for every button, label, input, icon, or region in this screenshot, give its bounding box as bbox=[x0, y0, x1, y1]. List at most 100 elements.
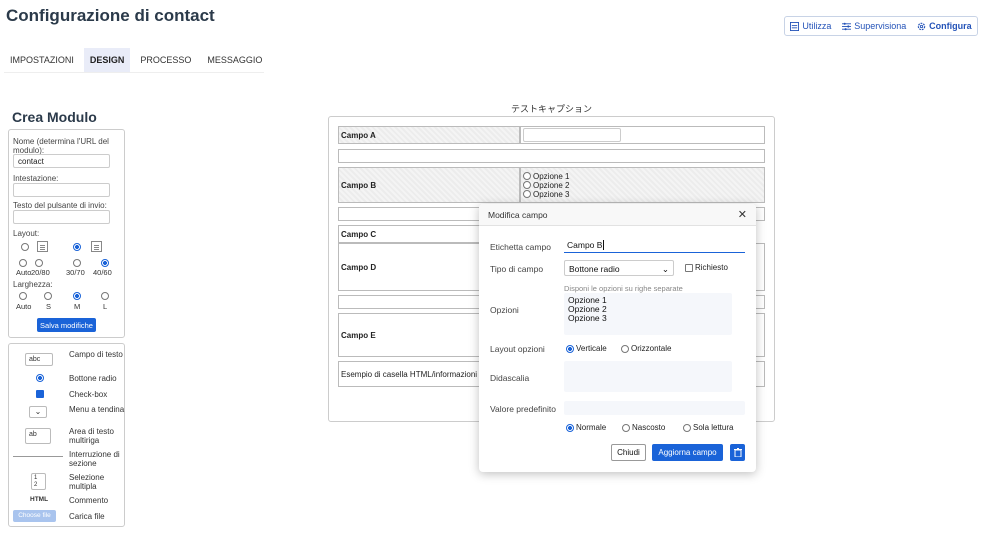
tool-label: Commento bbox=[69, 496, 109, 505]
empty-row bbox=[338, 149, 765, 163]
save-changes-button[interactable]: Salva modifiche bbox=[37, 318, 96, 332]
modal-header: Modifica campo ✕ bbox=[479, 204, 756, 226]
layout-vertical-radio[interactable]: Verticale bbox=[566, 344, 607, 353]
update-field-button[interactable]: Aggiorna campo bbox=[652, 444, 723, 461]
campo-b-cell[interactable]: Campo B bbox=[338, 167, 520, 203]
supervisiona-button[interactable]: Supervisiona bbox=[842, 21, 906, 31]
field-toolbox: abc Campo di testo Bottone radio Check-b… bbox=[8, 343, 125, 527]
width-s-radio[interactable] bbox=[44, 292, 52, 300]
type-select[interactable]: Bottone radio ⌄ bbox=[564, 260, 674, 276]
campo-e-cell[interactable]: Campo E bbox=[338, 313, 488, 357]
tool-file-upload[interactable]: Choose file Carica file bbox=[9, 510, 126, 530]
width-l-label: L bbox=[103, 302, 108, 311]
close-button[interactable]: Chiudi bbox=[611, 444, 646, 461]
multi-select-icon: 12 bbox=[31, 473, 46, 490]
layout-2080-label: 20/80 bbox=[31, 268, 50, 277]
tool-section-break[interactable]: Interruzione di sezione bbox=[9, 449, 126, 469]
width-auto-radio[interactable] bbox=[19, 292, 27, 300]
sidebar-heading: Crea Modulo bbox=[12, 109, 97, 125]
tool-dropdown[interactable]: ⌄ Menu a tendina bbox=[9, 404, 126, 424]
campo-a-cell[interactable]: Campo A bbox=[338, 126, 520, 144]
layout-4060-label: 40/60 bbox=[93, 268, 112, 277]
campo-d-cell[interactable]: Campo D bbox=[338, 243, 488, 291]
delete-button[interactable] bbox=[730, 444, 745, 461]
campo-a-input-cell bbox=[520, 126, 765, 144]
label-input-value: Campo B bbox=[567, 240, 603, 250]
radio-icon bbox=[683, 423, 691, 432]
options-hint: Disponi le opzioni su righe separate bbox=[564, 284, 683, 293]
tool-label: Check-box bbox=[69, 390, 108, 399]
layout-3070-label: 30/70 bbox=[66, 268, 85, 277]
radio-icon bbox=[566, 344, 574, 353]
text-cursor bbox=[603, 240, 605, 250]
visibility-hidden-label: Nascosto bbox=[632, 423, 666, 432]
campo-b-option-1[interactable]: Opzione 1 bbox=[523, 172, 569, 181]
tab-impostazioni[interactable]: IMPOSTAZIONI bbox=[4, 48, 80, 72]
label-field-label: Etichetta campo bbox=[490, 242, 551, 252]
visibility-normal-radio[interactable]: Normale bbox=[566, 423, 606, 432]
name-input[interactable]: contact bbox=[13, 154, 110, 168]
tab-bar: IMPOSTAZIONI DESIGN PROCESSO MESSAGGIO bbox=[4, 48, 272, 72]
layout-icon bbox=[37, 241, 48, 252]
layout-auto-radio[interactable] bbox=[19, 259, 27, 267]
default-value-input[interactable] bbox=[564, 401, 745, 415]
layout-radio-a[interactable] bbox=[21, 243, 29, 251]
type-select-value: Bottone radio bbox=[569, 264, 620, 274]
options-layout-label: Layout opzioni bbox=[490, 344, 545, 354]
layout-3070-radio[interactable] bbox=[73, 259, 81, 267]
close-icon[interactable]: ✕ bbox=[738, 208, 747, 221]
tab-messaggio[interactable]: MESSAGGIO bbox=[201, 48, 268, 72]
tool-label: Area di testo multiriga bbox=[69, 427, 114, 445]
options-label: Opzioni bbox=[490, 305, 519, 315]
options-textarea[interactable]: Opzione 1 Opzione 2 Opzione 3 bbox=[564, 293, 732, 335]
label-input[interactable]: Campo B bbox=[564, 237, 745, 253]
tool-label: Interruzione di sezione bbox=[69, 450, 120, 468]
type-label: Tipo di campo bbox=[490, 264, 544, 274]
intestazione-label: Intestazione: bbox=[13, 174, 59, 183]
tab-design[interactable]: DESIGN bbox=[83, 48, 131, 72]
campo-a-input[interactable] bbox=[523, 128, 621, 142]
campo-b-option-2[interactable]: Opzione 2 bbox=[523, 181, 569, 190]
caption-textarea[interactable] bbox=[564, 361, 732, 392]
default-value-label: Valore predefinito bbox=[490, 404, 556, 414]
chevron-down-icon: ⌄ bbox=[29, 406, 47, 418]
visibility-readonly-radio[interactable]: Sola lettura bbox=[683, 423, 733, 432]
campo-b-option-3[interactable]: Opzione 3 bbox=[523, 190, 569, 199]
caption-label: Didascalia bbox=[490, 373, 530, 383]
tool-label: Bottone radio bbox=[69, 374, 117, 383]
tool-label: Menu a tendina bbox=[69, 405, 125, 414]
supervisiona-label: Supervisiona bbox=[854, 21, 907, 31]
form-caption: テストキャプション bbox=[511, 104, 593, 114]
layout-horizontal-radio[interactable]: Orizzontale bbox=[621, 344, 671, 353]
options-line: Opzione 3 bbox=[568, 313, 607, 323]
submit-text-input[interactable] bbox=[13, 210, 110, 224]
tool-label: Selezione multipla bbox=[69, 473, 105, 491]
intestazione-input[interactable] bbox=[13, 183, 110, 197]
text-field-icon: abc bbox=[25, 353, 53, 366]
top-actions: Utilizza Supervisiona Configura bbox=[784, 16, 978, 36]
width-m-radio[interactable] bbox=[73, 292, 81, 300]
layout-4060-radio[interactable] bbox=[101, 259, 109, 267]
page-title: Configurazione di contact bbox=[6, 6, 215, 25]
width-auto-label: Auto bbox=[16, 302, 32, 311]
width-m-label: M bbox=[74, 302, 81, 311]
required-checkbox[interactable]: Richiesto bbox=[685, 263, 728, 272]
configura-button[interactable]: Configura bbox=[917, 21, 972, 31]
tool-textarea[interactable]: ab Area di testo multiriga bbox=[9, 426, 126, 446]
tool-multi-select[interactable]: 12 Selezione multipla bbox=[9, 472, 126, 492]
layout-label: Layout: bbox=[13, 229, 40, 238]
tool-text-field[interactable]: abc Campo di testo bbox=[9, 349, 126, 369]
visibility-hidden-radio[interactable]: Nascosto bbox=[622, 423, 665, 432]
campo-c-cell[interactable]: Campo C bbox=[338, 225, 488, 243]
layout-radio-b[interactable] bbox=[73, 243, 81, 251]
utilizza-button[interactable]: Utilizza bbox=[790, 21, 831, 31]
layout-2080-radio[interactable] bbox=[35, 259, 43, 267]
html-example-cell[interactable]: Esempio di casella HTML/informazioni bbox=[338, 361, 488, 387]
chevron-down-icon: ⌄ bbox=[661, 264, 669, 274]
gear-icon bbox=[917, 22, 926, 30]
tab-processo[interactable]: PROCESSO bbox=[134, 48, 197, 72]
radio-icon bbox=[36, 374, 44, 382]
width-l-radio[interactable] bbox=[101, 292, 109, 300]
visibility-normal-label: Normale bbox=[576, 423, 607, 432]
radio-icon bbox=[622, 423, 630, 432]
